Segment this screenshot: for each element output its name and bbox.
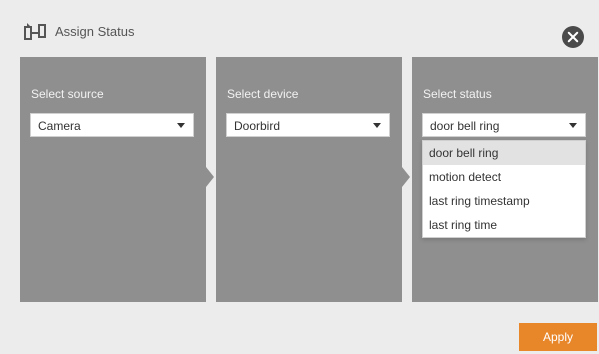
status-dropdown-menu: door bell ring motion detect last ring t… [422, 140, 586, 238]
chevron-down-icon [569, 123, 577, 128]
device-panel: Select device Doorbird [216, 57, 402, 302]
source-select[interactable]: Camera [30, 113, 194, 137]
assign-status-icon [24, 23, 46, 40]
status-label: Select status [423, 87, 492, 101]
dropdown-option-last-ring-time[interactable]: last ring time [423, 213, 585, 237]
chevron-down-icon [177, 123, 185, 128]
source-label: Select source [31, 87, 104, 101]
chevron-down-icon [373, 123, 381, 128]
dropdown-option-motion-detect[interactable]: motion detect [423, 165, 585, 189]
apply-button[interactable]: Apply [519, 323, 597, 351]
device-select[interactable]: Doorbird [226, 113, 390, 137]
panel-arrow-icon [402, 167, 410, 187]
assign-status-dialog: Assign Status Select source Camera Selec… [0, 0, 599, 354]
status-select-value: door bell ring [430, 119, 500, 133]
close-icon[interactable] [562, 26, 584, 48]
dialog-title: Assign Status [55, 24, 135, 39]
status-select[interactable]: door bell ring [422, 113, 586, 137]
source-panel: Select source Camera [20, 57, 206, 302]
panel-arrow-icon [206, 167, 214, 187]
device-label: Select device [227, 87, 299, 101]
dropdown-option-last-ring-timestamp[interactable]: last ring timestamp [423, 189, 585, 213]
dropdown-option-door-bell-ring[interactable]: door bell ring [423, 141, 585, 165]
device-select-value: Doorbird [234, 119, 281, 133]
source-select-value: Camera [38, 119, 81, 133]
